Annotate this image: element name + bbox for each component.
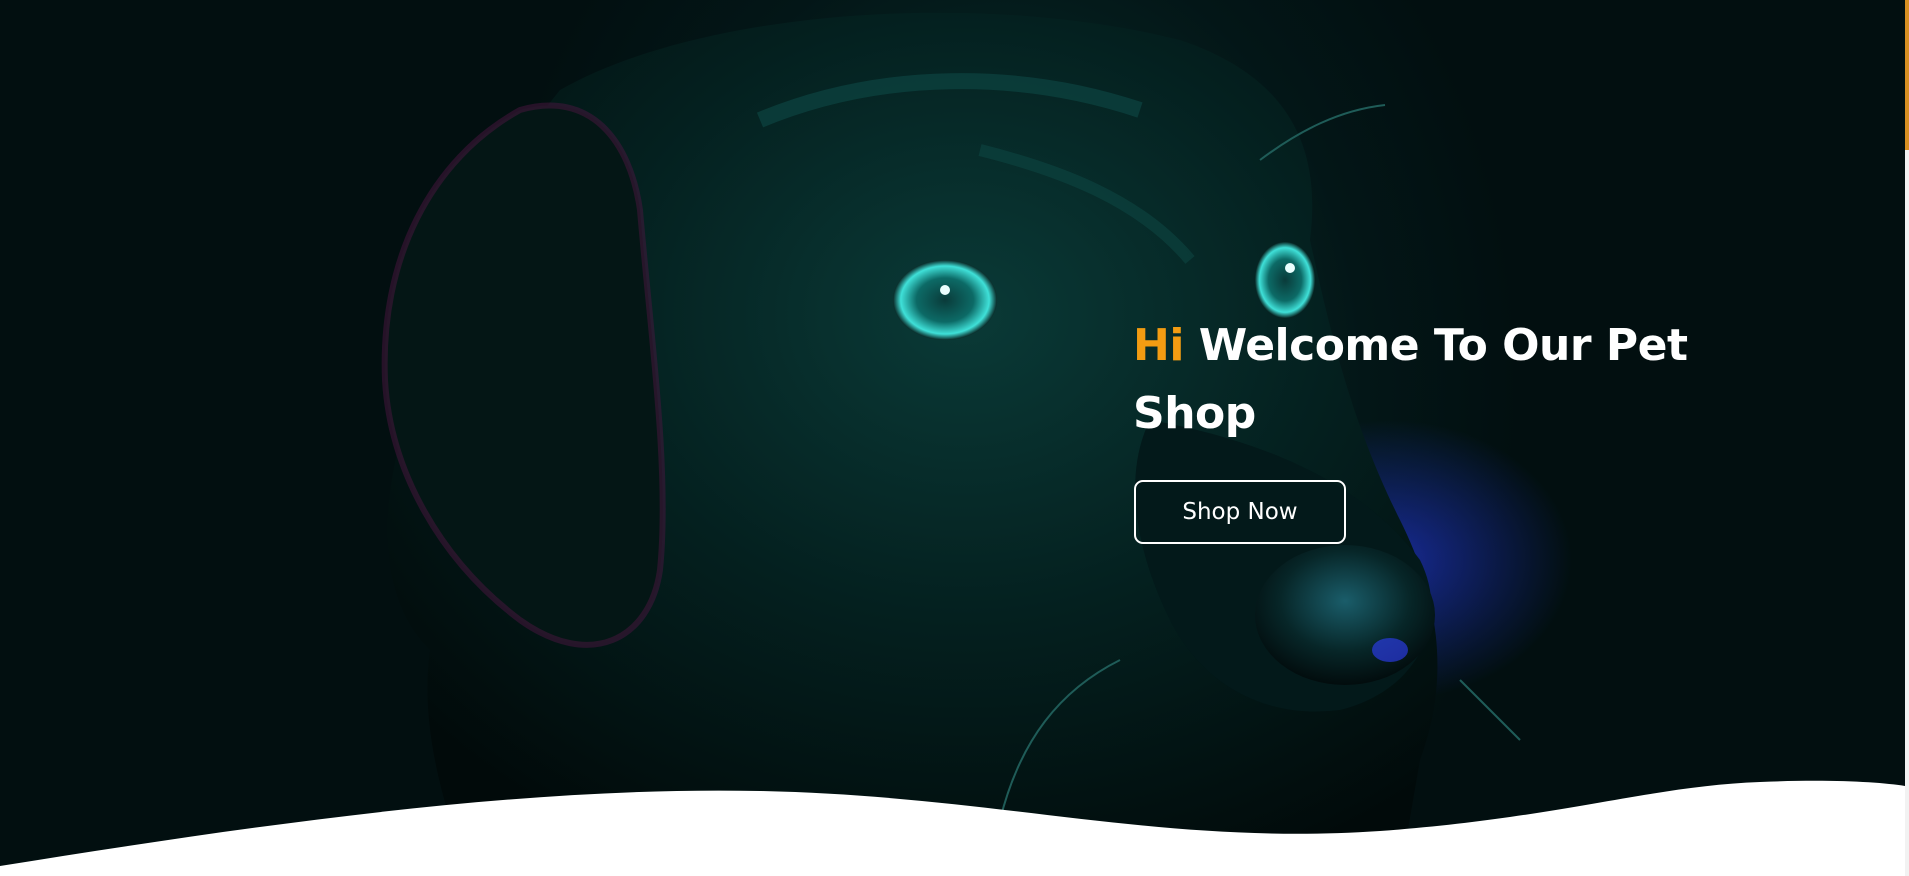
scrollbar[interactable] <box>1905 0 1909 876</box>
page: Hi Welcome To Our Pet Shop Shop Now <box>0 0 1909 876</box>
shop-now-button[interactable]: Shop Now <box>1134 480 1346 544</box>
hero-section: Hi Welcome To Our Pet Shop Shop Now <box>0 0 1905 876</box>
headline-text: Welcome To Our Pet Shop <box>1133 320 1688 439</box>
hero-headline: Hi Welcome To Our Pet Shop <box>1133 312 1693 448</box>
hero-content: Hi Welcome To Our Pet Shop Shop Now <box>1133 312 1693 544</box>
wave-divider <box>0 780 1905 876</box>
headline-accent: Hi <box>1133 320 1184 371</box>
scrollbar-thumb[interactable] <box>1905 0 1909 150</box>
